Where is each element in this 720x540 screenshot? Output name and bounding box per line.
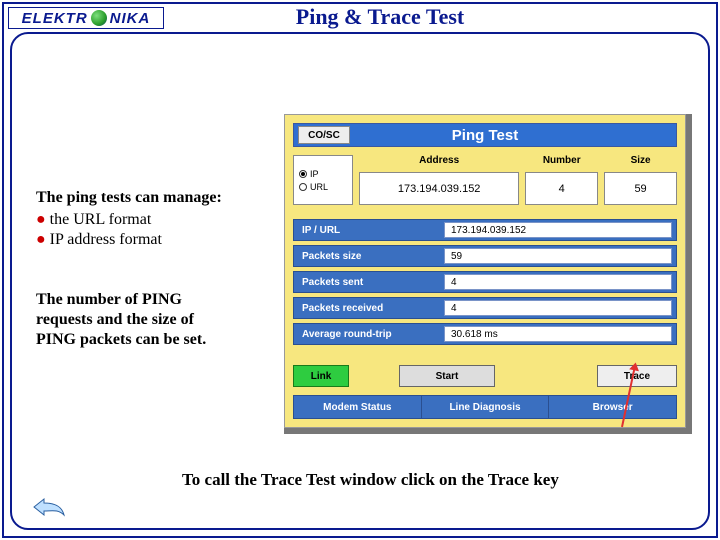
size-input[interactable]: 59 <box>604 172 677 205</box>
page-title: Ping & Trace Test <box>164 4 716 30</box>
result-row: Packets size59 <box>293 245 677 267</box>
result-value: 59 <box>444 248 672 264</box>
result-value: 4 <box>444 274 672 290</box>
bottom-nav-line-diagnosis[interactable]: Line Diagnosis <box>422 396 550 418</box>
bottom-nav-bar: Modem Status Line Diagnosis Browser <box>293 395 677 419</box>
result-value: 30.618 ms <box>444 326 672 342</box>
result-value: 4 <box>444 300 672 316</box>
bottom-nav-modem-status[interactable]: Modem Status <box>294 396 422 418</box>
number-input[interactable]: 4 <box>525 172 598 205</box>
device-shadow: CO/SC Ping Test IP URL Address 173.194.0… <box>284 114 692 434</box>
radio-url[interactable]: URL <box>299 182 347 192</box>
back-arrow-icon[interactable] <box>32 496 66 518</box>
desc-para-line: PING packets can be set. <box>36 330 276 350</box>
brand-logo: ELEKTR NIKA <box>8 7 164 29</box>
content-frame: The ping tests can manage: the URL forma… <box>10 32 710 530</box>
address-label: Address <box>359 155 519 169</box>
results-table: IP / URL173.194.039.152 Packets size59 P… <box>293 219 677 345</box>
result-row: Packets sent4 <box>293 271 677 293</box>
device-screen: CO/SC Ping Test IP URL Address 173.194.0… <box>284 114 686 428</box>
device-title: Ping Test <box>350 127 676 144</box>
start-button[interactable]: Start <box>399 365 495 387</box>
brand-right: NIKA <box>110 10 151 27</box>
desc-bullet: the URL format <box>36 210 276 230</box>
desc-para-line: requests and the size of <box>36 310 276 330</box>
ip-url-radio-group: IP URL <box>293 155 353 205</box>
address-input[interactable]: 173.194.039.152 <box>359 172 519 205</box>
description-block: The ping tests can manage: the URL forma… <box>36 188 276 350</box>
brand-left: ELEKTR <box>22 10 88 27</box>
radio-ip[interactable]: IP <box>299 169 347 179</box>
size-label: Size <box>604 155 677 169</box>
desc-heading: The ping tests can manage: <box>36 188 276 208</box>
result-value: 173.194.039.152 <box>444 222 672 238</box>
result-row: IP / URL173.194.039.152 <box>293 219 677 241</box>
link-button[interactable]: Link <box>293 365 349 387</box>
result-row: Average round-trip30.618 ms <box>293 323 677 345</box>
cosc-button[interactable]: CO/SC <box>298 126 350 144</box>
result-row: Packets received4 <box>293 297 677 319</box>
desc-para-line: The number of PING <box>36 290 276 310</box>
globe-icon <box>91 10 107 26</box>
device-titlebar: CO/SC Ping Test <box>293 123 677 147</box>
footnote-text: To call the Trace Test window click on t… <box>182 470 559 490</box>
bottom-nav-browser[interactable]: Browser <box>549 396 676 418</box>
desc-bullet: IP address format <box>36 230 276 250</box>
number-label: Number <box>525 155 598 169</box>
